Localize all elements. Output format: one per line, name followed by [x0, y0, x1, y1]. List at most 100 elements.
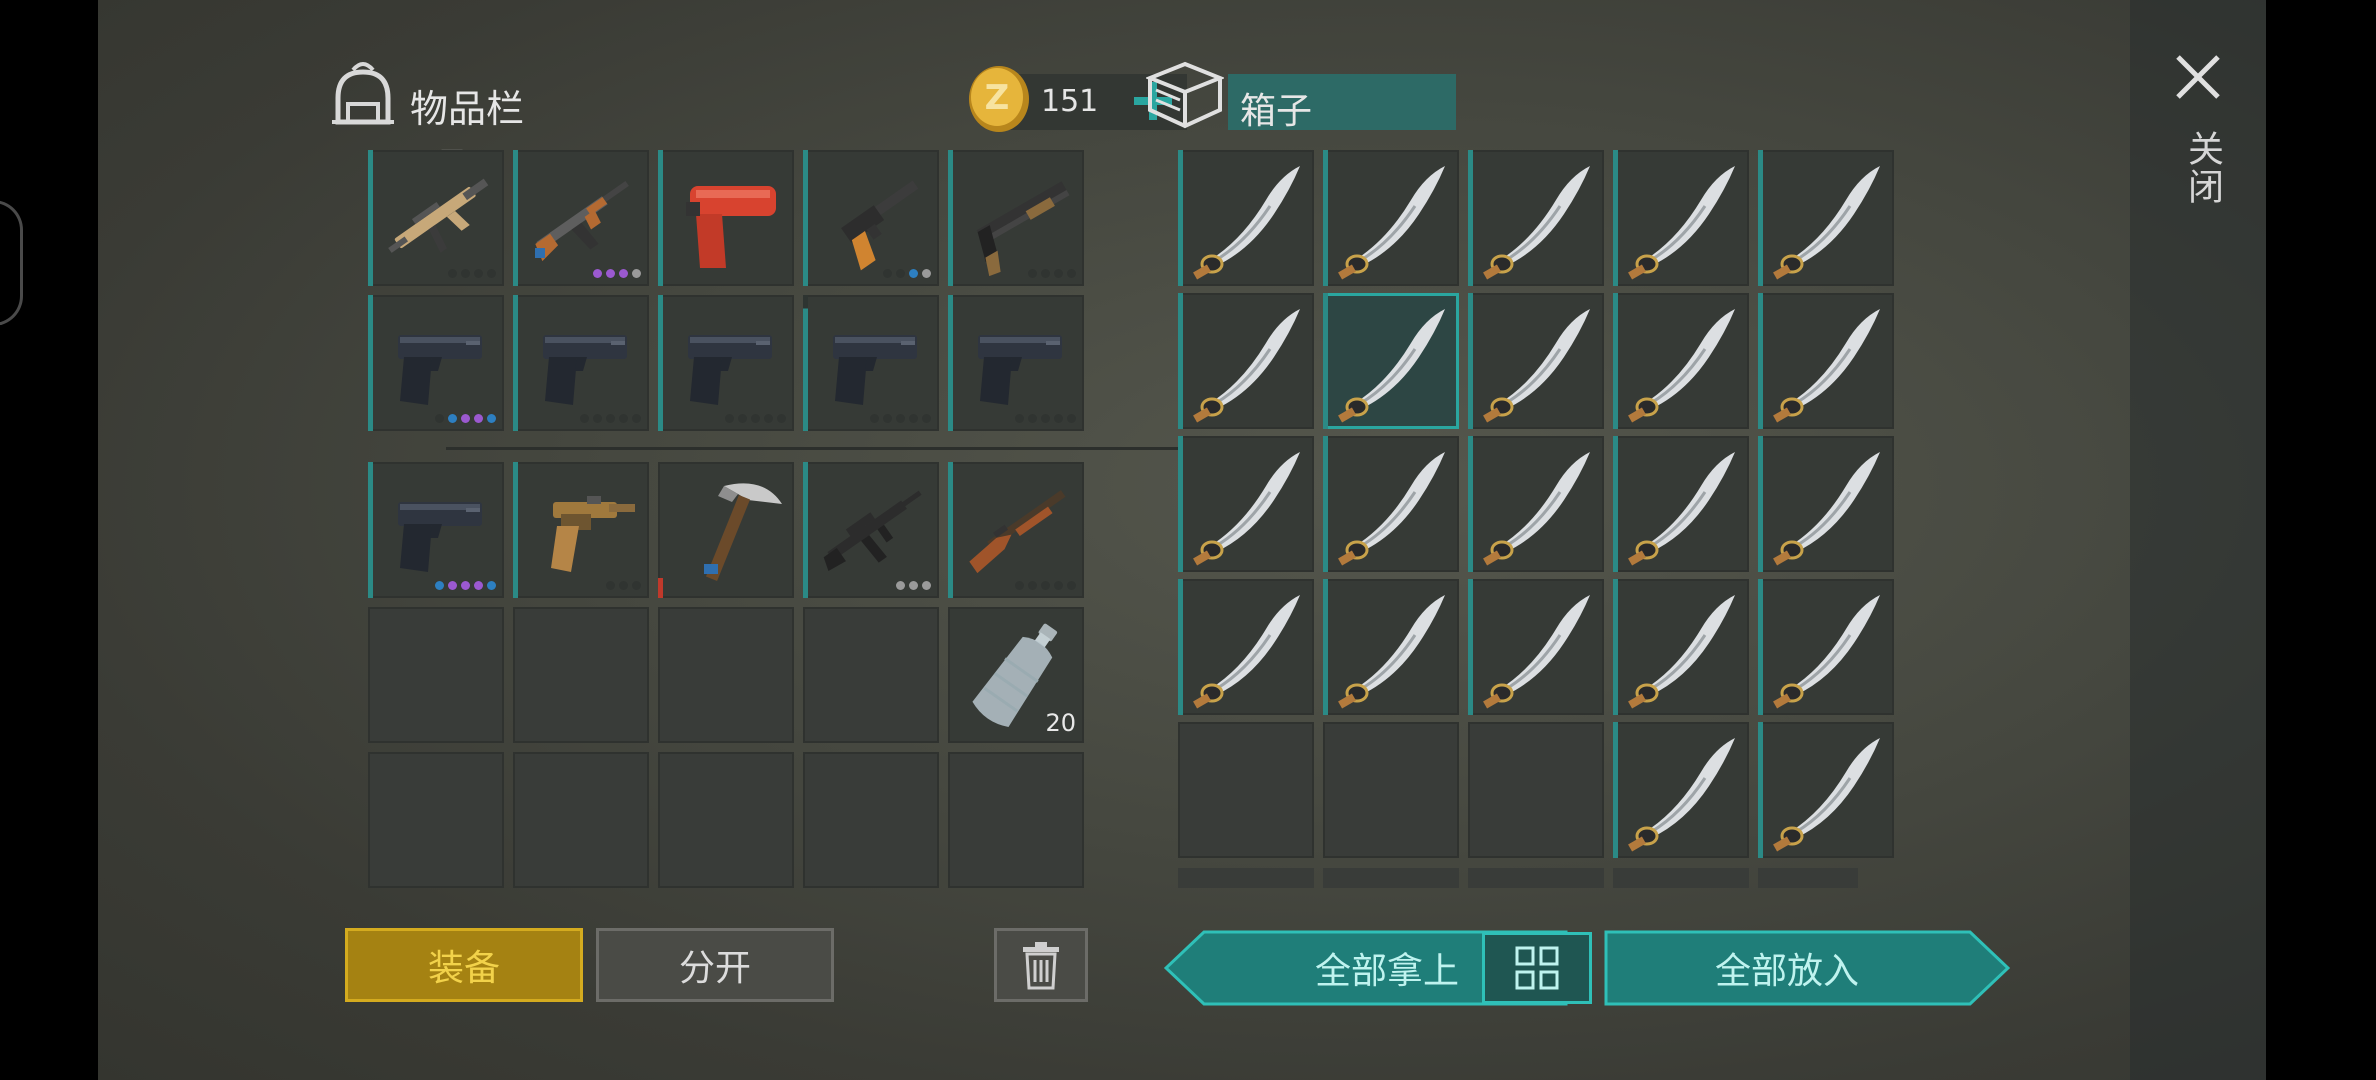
mauser-pistol-icon [841, 180, 919, 271]
durability-bar [803, 462, 808, 598]
box-slot[interactable] [1178, 722, 1314, 858]
pocket-slot[interactable] [948, 150, 1084, 286]
backpack-slot[interactable] [368, 752, 504, 888]
durability-bar [1758, 293, 1763, 429]
box-slot[interactable] [1758, 150, 1894, 286]
katana-icon [1628, 309, 1735, 423]
box-slot[interactable] [1613, 722, 1749, 858]
pistol-icon [543, 335, 627, 405]
pocket-slot[interactable] [368, 295, 504, 431]
box-next-row [1178, 868, 1858, 888]
close-label[interactable]: 关闭 [2176, 130, 2228, 206]
pocket-slot[interactable] [513, 295, 649, 431]
split-button[interactable]: 分开 [596, 928, 834, 1002]
katana-icon [1338, 166, 1445, 280]
close-button[interactable] [2173, 52, 2223, 102]
durability-bar [1613, 150, 1618, 286]
durability-bar [1178, 150, 1183, 286]
katana-icon [1773, 595, 1880, 709]
box-slot[interactable] [1468, 722, 1604, 858]
upgrade-dots [435, 414, 496, 423]
katana-icon [1628, 738, 1735, 852]
durability-bar [368, 462, 373, 598]
upgrade-dots [1015, 414, 1076, 423]
box-slot[interactable] [1323, 293, 1459, 429]
upgrade-dots [448, 269, 496, 278]
box-slot[interactable] [1323, 150, 1459, 286]
backpack-slot[interactable] [513, 462, 649, 598]
box-slot[interactable] [1613, 436, 1749, 572]
durability-bar [1758, 150, 1763, 286]
durability-bar [1613, 579, 1618, 715]
box-slot[interactable] [1178, 436, 1314, 572]
backpack-slot[interactable] [948, 462, 1084, 598]
box-slot[interactable] [1613, 150, 1749, 286]
box-slot[interactable] [1323, 436, 1459, 572]
backpack-slot[interactable] [513, 752, 649, 888]
equip-button[interactable]: 装备 [345, 928, 583, 1002]
box-slot[interactable] [1758, 293, 1894, 429]
katana-icon [1483, 595, 1590, 709]
box-slot[interactable] [1468, 436, 1604, 572]
coin-icon: Z [969, 66, 1029, 132]
item-quantity: 20 [1045, 709, 1076, 737]
box-slot[interactable] [1613, 293, 1749, 429]
backpack-slot[interactable]: 20 [948, 607, 1084, 743]
durability-bar [513, 150, 518, 286]
box-slot[interactable] [1468, 150, 1604, 286]
durability-bar [1758, 436, 1763, 572]
pocket-slot[interactable] [658, 150, 794, 286]
box-slot[interactable] [1758, 722, 1894, 858]
katana-icon [1628, 452, 1735, 566]
pocket-slot[interactable] [803, 150, 939, 286]
box-slot[interactable] [1613, 579, 1749, 715]
pocket-slot[interactable] [658, 295, 794, 431]
backpack-slot[interactable] [803, 752, 939, 888]
pocket-slot[interactable] [513, 150, 649, 286]
backpack-slot[interactable] [513, 607, 649, 743]
upgrade-dots [435, 581, 496, 590]
backpack-slot[interactable] [368, 462, 504, 598]
pistol-icon [688, 335, 772, 405]
pistol-icon [398, 335, 482, 405]
sort-button[interactable] [1482, 932, 1592, 1004]
backpack-slot[interactable] [658, 462, 794, 598]
backpack-slot[interactable] [803, 462, 939, 598]
durability-bar [368, 150, 373, 286]
backpack-slot[interactable] [658, 752, 794, 888]
durability-bar [1758, 579, 1763, 715]
backpack-slot[interactable] [948, 752, 1084, 888]
box-slot[interactable] [1323, 579, 1459, 715]
backpack-slot[interactable] [368, 607, 504, 743]
box-slot[interactable] [1178, 150, 1314, 286]
backpack-slot[interactable] [658, 607, 794, 743]
durability-bar [658, 150, 663, 286]
upgrade-dots [606, 581, 641, 590]
durability-bar [803, 150, 808, 286]
upgrade-dots [870, 414, 931, 423]
coin-count: 151 [1041, 84, 1099, 119]
pistol-icon [978, 335, 1062, 405]
durability-bar [1468, 579, 1473, 715]
upgrade-dots [580, 414, 641, 423]
revolver-icon [551, 496, 635, 572]
box-slot[interactable] [1758, 436, 1894, 572]
box-slot[interactable] [1468, 579, 1604, 715]
pocket-slot[interactable] [368, 150, 504, 286]
durability-bar [1613, 722, 1618, 858]
katana-icon [1338, 309, 1445, 423]
pocket-slot[interactable] [948, 295, 1084, 431]
put-all-button[interactable]: 全部放入 [1606, 930, 1968, 1006]
box-slot[interactable] [1758, 579, 1894, 715]
upgrade-dots [883, 269, 931, 278]
box-slot[interactable] [1468, 293, 1604, 429]
backpack-slot[interactable] [803, 607, 939, 743]
box-slot[interactable] [1178, 293, 1314, 429]
box-slot[interactable] [1323, 722, 1459, 858]
katana-icon [1483, 309, 1590, 423]
katana-icon [1338, 595, 1445, 709]
pocket-slot[interactable] [803, 295, 939, 431]
box-slot[interactable] [1178, 579, 1314, 715]
trash-button[interactable] [994, 928, 1088, 1002]
edge-hint [0, 200, 23, 326]
